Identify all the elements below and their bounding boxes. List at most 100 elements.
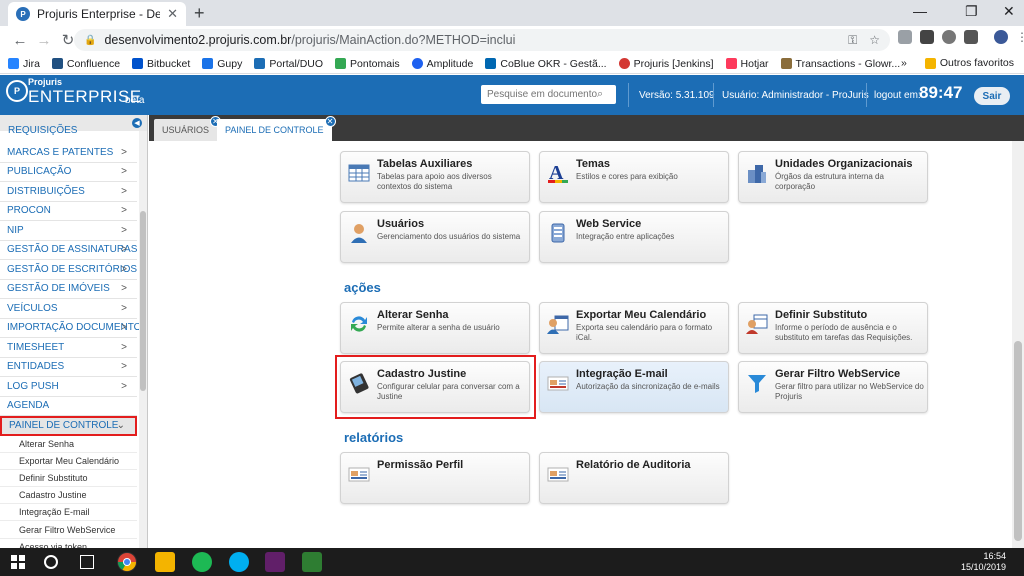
bookmark-portal-duo[interactable]: Portal/DUO	[254, 58, 323, 70]
clock-time: 16:54	[983, 551, 1006, 561]
windows-start-icon[interactable]	[11, 555, 25, 569]
sidebar-item-gestao-escritorios[interactable]: GESTÃO DE ESCRITÓRIOS >	[0, 260, 137, 280]
bookmark-bitbucket[interactable]: Bitbucket	[132, 58, 190, 70]
content-scrollbar[interactable]	[1012, 141, 1024, 548]
document-search-input[interactable]	[487, 89, 597, 100]
card-alterar-senha[interactable]: Alterar Senha Permite alterar a senha de…	[340, 302, 530, 354]
extension-icon[interactable]	[942, 30, 956, 44]
document-search[interactable]: ⌕	[481, 85, 616, 104]
sidebar-item-importacao-documentos[interactable]: IMPORTAÇÃO DOCUMENTOS >	[0, 319, 147, 338]
back-icon[interactable]: ←	[8, 32, 32, 49]
sidebar-subitem-gerar-filtro[interactable]: Gerar Filtro WebService	[0, 521, 137, 539]
search-icon[interactable]: ⌕	[597, 88, 603, 101]
sidebar-item-gestao-imoveis[interactable]: GESTÃO DE IMÓVEIS >	[0, 280, 137, 299]
card-definir-substituto[interactable]: Definir Substituto Informe o período de …	[738, 302, 928, 354]
sidebar-item-entidades[interactable]: ENTIDADES >	[0, 358, 137, 377]
extension-icon[interactable]	[898, 30, 912, 44]
tab-usuarios[interactable]: USUÁRIOS ✕	[154, 116, 222, 141]
card-exportar-calendario[interactable]: Exportar Meu Calendário Exporta seu cale…	[539, 302, 729, 354]
card-unidades-organizacionais[interactable]: Unidades Organizacionais Órgãos da estru…	[738, 151, 928, 203]
new-tab-icon[interactable]: +	[194, 3, 205, 24]
bookmarks-more-icon[interactable]: »	[901, 57, 907, 69]
sidebar-item-painel-controle[interactable]: PAINEL DE CONTROLE ⌄	[0, 416, 137, 436]
sidebar-item-marcas-patentes[interactable]: MARCAS E PATENTES >	[0, 143, 137, 163]
search-circle-icon[interactable]	[44, 555, 58, 569]
close-window-icon[interactable]: ✕	[1003, 3, 1015, 20]
lock-icon[interactable]: 🔒	[84, 35, 96, 46]
profile-avatar[interactable]	[994, 30, 1008, 44]
bookmark-transactions[interactable]: Transactions - Glowr...	[780, 58, 900, 70]
card-title: Exportar Meu Calendário	[576, 309, 707, 321]
star-icon[interactable]: ☆	[869, 33, 880, 48]
url-input[interactable]: 🔒 desenvolvimento2.projuris.com.br/proju…	[74, 29, 890, 51]
content-scroll-thumb[interactable]	[1014, 341, 1022, 541]
restore-icon[interactable]: ❐	[965, 3, 978, 20]
bookmark-hotjar[interactable]: Hotjar	[725, 58, 769, 70]
minimize-icon[interactable]: —	[913, 3, 927, 19]
header-divider	[866, 83, 867, 107]
sidebar-item-agenda[interactable]: AGENDA	[0, 397, 137, 416]
extension-icon[interactable]	[920, 30, 934, 44]
sidebar-item-partial[interactable]: REQUISIÇÕES	[8, 125, 77, 136]
bookmark-coblue[interactable]: CoBlue OKR - Gestã...	[485, 58, 607, 70]
bookmark-jenkins[interactable]: Projuris [Jenkins]	[618, 58, 714, 70]
bookmark-jira[interactable]: Jira	[8, 58, 40, 70]
bookmark-confluence[interactable]: Confluence	[51, 58, 120, 70]
sidebar-item-procon[interactable]: PROCON >	[0, 202, 137, 221]
bookmark-other-favorites[interactable]: Outros favoritos	[924, 57, 1014, 69]
extension-icon[interactable]	[964, 30, 978, 44]
menu-dots-icon[interactable]: ⋮	[1016, 30, 1024, 44]
bookmark-gupy[interactable]: Gupy	[202, 58, 242, 70]
card-usuarios[interactable]: Usuários Gerenciamento dos usuários do s…	[340, 211, 530, 263]
sidebar-subitem-integracao-email[interactable]: Integração E-mail	[0, 504, 137, 522]
sidebar-item-log-push[interactable]: LOG PUSH >	[0, 377, 137, 397]
browser-tab[interactable]: P Projuris Enterprise - Demo ✕	[8, 2, 186, 26]
card-integracao-email[interactable]: Integração E-mail Autorização da sincron…	[539, 361, 729, 413]
audit-report-icon	[547, 467, 569, 482]
folder-icon	[924, 57, 936, 69]
sidebar-item-veiculos[interactable]: VEÍCULOS >	[0, 299, 137, 319]
sidebar-subitem-cadastro-justine[interactable]: Cadastro Justine	[0, 487, 137, 505]
exit-button[interactable]: Sair	[974, 87, 1010, 105]
skype-icon[interactable]	[229, 552, 249, 572]
sidebar-subitem-exportar-calendario[interactable]: Exportar Meu Calendário	[0, 453, 137, 470]
spotify-icon[interactable]	[192, 552, 212, 572]
card-web-service[interactable]: Web Service Integração entre aplicações	[539, 211, 729, 263]
app-header: P Projuris ENTERPRISE beta ⌕ Versão: 5.3…	[0, 75, 1024, 115]
card-desc: Órgãos da estrutura interna da corporaçã…	[775, 172, 884, 191]
projuris-logo[interactable]: P	[6, 80, 28, 102]
sidebar-item-gestao-assinaturas[interactable]: GESTÃO DE ASSINATURAS >	[0, 241, 137, 260]
bookmark-amplitude[interactable]: Amplitude	[411, 58, 473, 70]
forward-icon[interactable]: →	[32, 32, 56, 49]
card-tabelas-auxiliares[interactable]: Tabelas Auxiliares Tabelas para apoio ao…	[340, 151, 530, 203]
amplitude-icon	[411, 58, 423, 69]
card-relatorio-auditoria[interactable]: Relatório de Auditoria	[539, 452, 729, 504]
card-gerar-filtro-webservice[interactable]: Gerar Filtro WebService Gerar filtro par…	[738, 361, 928, 413]
sidebar-item-publicacao[interactable]: PUBLICAÇÃO >	[0, 163, 137, 182]
gupy-icon	[202, 58, 214, 69]
sidebar-item-nip[interactable]: NIP >	[0, 221, 137, 241]
collapse-sidebar-icon[interactable]: ◀	[132, 118, 142, 128]
chrome-icon[interactable]	[117, 552, 137, 572]
key-icon[interactable]: ⚿	[848, 33, 857, 48]
taskbar-clock[interactable]: 16:54 15/10/2019	[961, 551, 1006, 573]
sidebar-scrollbar[interactable]	[139, 131, 147, 548]
close-tab-icon[interactable]: ✕	[167, 6, 178, 22]
sidebar-item-timesheet[interactable]: TIMESHEET >	[0, 338, 137, 358]
notepad-icon[interactable]	[302, 552, 322, 572]
close-tab-icon[interactable]: ✕	[324, 116, 336, 127]
tab-painel-controle[interactable]: PAINEL DE CONTROLE ✕	[217, 116, 336, 141]
file-explorer-icon[interactable]	[155, 552, 175, 572]
sidebar-scroll-thumb[interactable]	[140, 211, 146, 391]
card-permissao-perfil[interactable]: Permissão Perfil	[340, 452, 530, 504]
task-view-icon[interactable]	[80, 555, 94, 569]
chevron-right-icon: >	[121, 302, 127, 314]
sidebar-subitem-acesso-token[interactable]: Acesso via token	[0, 539, 137, 548]
sidebar-item-distribuicoes[interactable]: DISTRIBUIÇÕES >	[0, 182, 137, 202]
sidebar-subitem-definir-substituto[interactable]: Definir Substituto	[0, 470, 137, 488]
chevron-right-icon: >	[121, 244, 127, 256]
slack-icon[interactable]	[265, 552, 285, 572]
bookmark-pontomais[interactable]: Pontomais	[335, 58, 400, 70]
sidebar-subitem-alterar-senha[interactable]: Alterar Senha	[0, 436, 137, 453]
card-temas[interactable]: A Temas Estilos e cores para exibição	[539, 151, 729, 203]
